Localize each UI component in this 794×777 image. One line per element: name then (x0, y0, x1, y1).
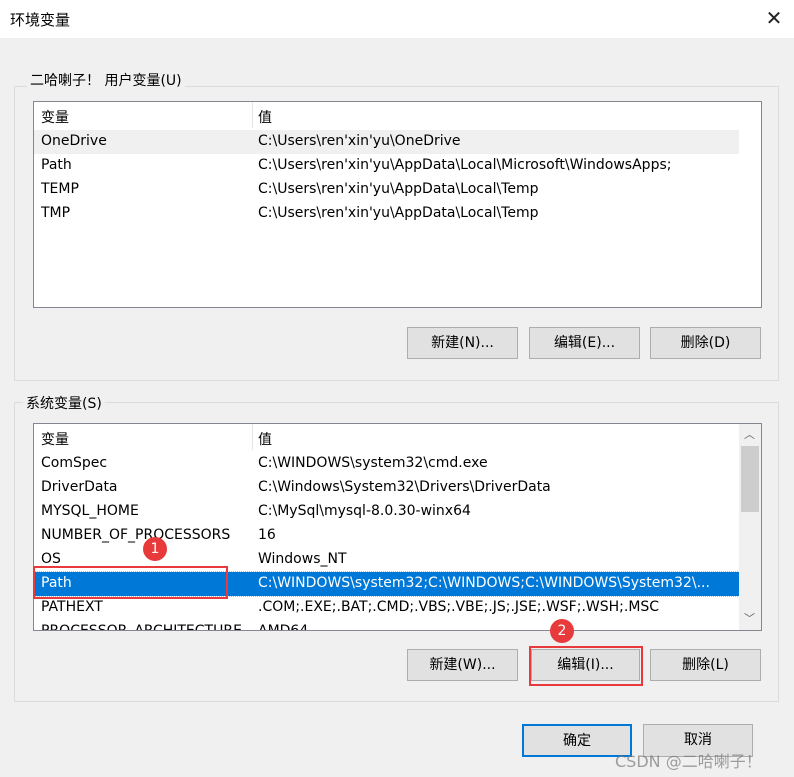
watermark: CSDN @二哈喇子！ (615, 752, 762, 771)
list-item[interactable]: PROCESSOR_ARCHITECTURE AMD64 (34, 620, 739, 631)
var-value: 16 (258, 527, 276, 543)
var-value: C:\WINDOWS\system32;C:\WINDOWS;C:\WINDOW… (258, 575, 710, 591)
list-header: 变量 值 (34, 102, 761, 128)
var-name: TMP (41, 205, 71, 221)
user-vars-label: 二哈喇子！ 用户变量(U) (27, 70, 185, 90)
scrollbar-thumb[interactable] (741, 446, 759, 512)
list-item[interactable]: NUMBER_OF_PROCESSORS 16 (34, 524, 739, 548)
var-name: MYSQL_HOME (41, 503, 139, 519)
highlight-edit-box (529, 646, 643, 686)
list-item[interactable]: DriverData C:\Windows\System32\Drivers\Dr… (34, 476, 739, 500)
col-value-header[interactable]: 值 (258, 107, 272, 127)
sys-delete-button[interactable]: 删除(L) (650, 649, 761, 681)
var-name: OneDrive (41, 133, 107, 149)
scroll-up-icon[interactable]: ︿ (744, 426, 755, 442)
title-bar (0, 0, 794, 38)
var-value: C:\MySql\mysql-8.0.30-winx64 (258, 503, 471, 519)
var-value: .COM;.EXE;.BAT;.CMD;.VBS;.VBE;.JS;.JSE;.… (258, 599, 660, 615)
list-item[interactable]: Path C:\Users\ren'xin'yu\AppData\Local\Mi… (34, 154, 739, 178)
var-value: C:\WINDOWS\system32\cmd.exe (258, 455, 488, 471)
list-item[interactable]: OneDrive C:\Users\ren'xin'yu\OneDrive (34, 130, 739, 154)
user-new-button[interactable]: 新建(N)... (407, 327, 518, 359)
col-value-header[interactable]: 值 (258, 429, 272, 449)
var-name: OS (41, 551, 61, 567)
var-value: C:\Users\ren'xin'yu\AppData\Local\Temp (258, 181, 539, 197)
step-badge-2: 2 (550, 619, 574, 643)
scroll-down-icon[interactable]: ﹀ (744, 610, 755, 626)
list-item[interactable]: MYSQL_HOME C:\MySql\mysql-8.0.30-winx64 (34, 500, 739, 524)
var-name: Path (41, 157, 72, 173)
list-item[interactable]: TMP C:\Users\ren'xin'yu\AppData\Local\Tem… (34, 202, 739, 226)
list-item[interactable]: PATHEXT .COM;.EXE;.BAT;.CMD;.VBS;.VBE;.JS… (34, 596, 739, 620)
var-name: PROCESSOR_ARCHITECTURE (41, 623, 242, 631)
col-name-header[interactable]: 变量 (41, 429, 69, 449)
highlight-path-box (33, 566, 228, 599)
list-item[interactable]: TEMP C:\Users\ren'xin'yu\AppData\Local\Te… (34, 178, 739, 202)
var-name: TEMP (41, 181, 79, 197)
var-name: NUMBER_OF_PROCESSORS (41, 527, 231, 543)
var-value: AMD64 (258, 623, 309, 631)
list-header: 变量 值 (34, 424, 761, 450)
var-value: Windows_NT (258, 551, 347, 567)
var-name: DriverData (41, 479, 118, 495)
var-name: PATHEXT (41, 599, 103, 615)
var-value: C:\Windows\System32\Drivers\DriverData (258, 479, 551, 495)
sys-vars-list[interactable]: 变量 值 ComSpec C:\WINDOWS\system32\cmd.exe D… (33, 423, 762, 631)
window-title: 环境变量 (10, 11, 71, 29)
var-value: C:\Users\ren'xin'yu\AppData\Local\Temp (258, 205, 539, 221)
user-vars-list[interactable]: 变量 值 OneDrive C:\Users\ren'xin'yu\OneDriv… (33, 101, 762, 308)
scrollbar[interactable]: ︿ ﹀ (739, 424, 761, 630)
step-badge-1: 1 (143, 537, 167, 561)
list-item[interactable]: ComSpec C:\WINDOWS\system32\cmd.exe (34, 452, 739, 476)
var-name: ComSpec (41, 455, 108, 471)
user-delete-button[interactable]: 删除(D) (650, 327, 761, 359)
var-value: C:\Users\ren'xin'yu\OneDrive (258, 133, 461, 149)
col-name-header[interactable]: 变量 (41, 107, 69, 127)
user-edit-button[interactable]: 编辑(E)... (529, 327, 640, 359)
close-icon[interactable]: ✕ (762, 4, 786, 32)
sys-new-button[interactable]: 新建(W)... (407, 649, 518, 681)
sys-vars-label: 系统变量(S) (23, 393, 105, 413)
var-value: C:\Users\ren'xin'yu\AppData\Local\Micros… (258, 157, 672, 173)
